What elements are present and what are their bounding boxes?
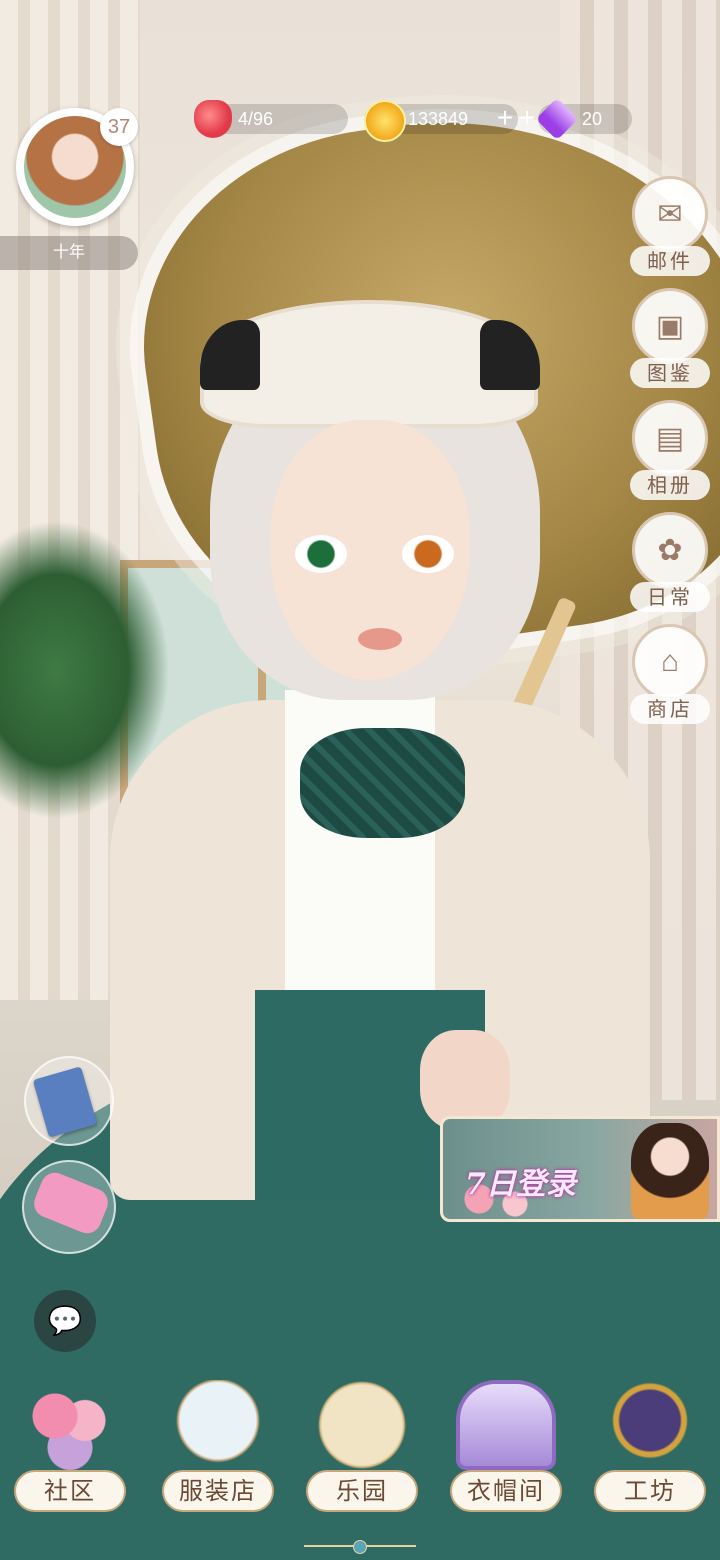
mirror-icon xyxy=(456,1380,556,1470)
mail-label: 邮件 xyxy=(630,246,710,276)
player-name: 十年 xyxy=(0,236,138,270)
nav-workshop[interactable]: 工坊 xyxy=(580,1376,720,1526)
eye-left xyxy=(295,535,347,573)
nav-community-label: 社区 xyxy=(14,1470,126,1512)
eye-right xyxy=(402,535,454,573)
event-title: 7日登录 xyxy=(465,1167,576,1202)
nav-community[interactable]: 社区 xyxy=(0,1376,140,1526)
notebook-icon xyxy=(32,1066,98,1138)
nav-wardrobe-label: 衣帽间 xyxy=(450,1470,562,1512)
shop-button[interactable]: ⌂ 商店 xyxy=(630,624,710,734)
character-bow xyxy=(300,728,465,838)
level-badge: 37 xyxy=(100,108,138,146)
nav-wardrobe[interactable]: 衣帽间 xyxy=(436,1376,576,1526)
lips xyxy=(358,628,402,650)
daily-icon: ✿ xyxy=(632,512,708,588)
storybook-icon xyxy=(312,1380,412,1470)
nav-park-label: 乐园 xyxy=(306,1470,418,1512)
bottom-navigation: 社区 服装店 乐园 衣帽间 工坊 xyxy=(0,1376,720,1526)
character-hand xyxy=(420,1030,510,1130)
game-scene-background xyxy=(0,0,720,1560)
daily-label: 日常 xyxy=(630,582,710,612)
collection-button[interactable]: ▣ 图鉴 xyxy=(630,288,710,398)
nav-workshop-label: 工坊 xyxy=(594,1470,706,1512)
event-character-portrait xyxy=(631,1123,709,1219)
album-button[interactable]: ▤ 相册 xyxy=(630,400,710,510)
stamina-counter: 4/96 + xyxy=(194,100,535,138)
daily-button[interactable]: ✿ 日常 xyxy=(630,512,710,622)
add-coins-button[interactable]: + xyxy=(490,104,520,134)
chat-icon: 💬 xyxy=(47,1305,83,1336)
nav-clothing-shop-label: 服装店 xyxy=(162,1470,274,1512)
coin-icon xyxy=(364,100,406,142)
shop-label: 商店 xyxy=(630,694,710,724)
music-box-icon xyxy=(600,1380,700,1470)
ornament-gem xyxy=(353,1540,367,1554)
flowers-icon xyxy=(20,1380,120,1470)
mail-icon: ✉ xyxy=(632,176,708,252)
mail-button[interactable]: ✉ 邮件 xyxy=(630,176,710,286)
nav-clothing-shop[interactable]: 服装店 xyxy=(148,1376,288,1526)
album-icon: ▤ xyxy=(632,400,708,476)
shop-icon: ⌂ xyxy=(632,624,708,700)
nav-park[interactable]: 乐园 xyxy=(292,1376,432,1526)
collection-label: 图鉴 xyxy=(630,358,710,388)
diamond-counter: 20 xyxy=(535,97,648,141)
album-label: 相册 xyxy=(630,470,710,500)
notebook-button[interactable] xyxy=(24,1056,114,1146)
collection-icon: ▣ xyxy=(632,288,708,364)
heart-icon xyxy=(194,100,232,138)
chat-button[interactable]: 💬 xyxy=(34,1290,96,1352)
phone-icon xyxy=(29,1168,113,1238)
teacup-icon xyxy=(168,1380,268,1470)
phone-button[interactable] xyxy=(22,1160,116,1254)
bottom-ornament xyxy=(304,1540,416,1554)
seven-day-login-banner[interactable]: 7日登录 xyxy=(440,1116,720,1222)
